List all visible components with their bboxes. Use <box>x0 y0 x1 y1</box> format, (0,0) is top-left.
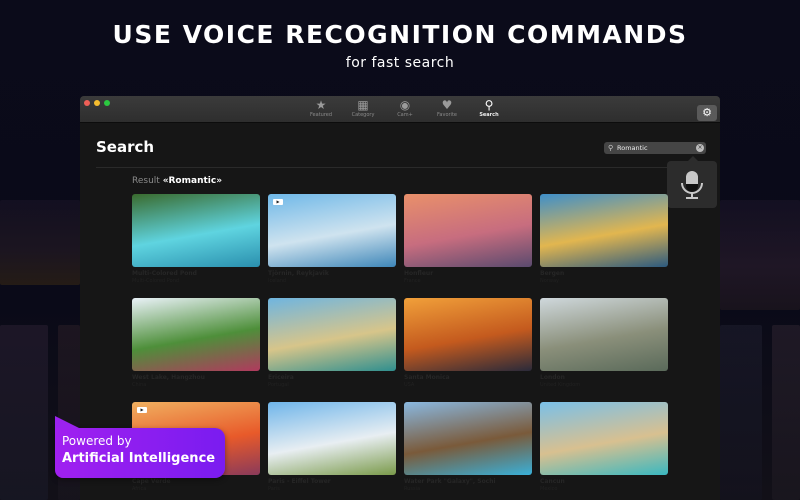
result-subtitle: Portugal <box>268 382 289 388</box>
result-label: Result «Romantic» <box>132 176 223 186</box>
divider <box>96 167 702 168</box>
result-card[interactable]: Water Park "Galaxy", Sochi Russia <box>404 402 532 500</box>
result-card[interactable]: Bergen Norway <box>540 194 668 298</box>
heart-icon: ♥ <box>441 98 453 112</box>
result-title: Paris - Eiffel Tower <box>268 478 331 485</box>
result-thumbnail[interactable] <box>404 298 532 371</box>
grid-icon: ▦ <box>357 98 369 112</box>
result-title: Tjörnin, Reykjavik <box>268 270 329 277</box>
tab-label: Category <box>351 112 375 118</box>
result-subtitle: United Kingdom <box>540 382 581 388</box>
result-thumbnail[interactable] <box>540 194 668 267</box>
clear-search-button[interactable]: × <box>696 144 704 152</box>
result-card[interactable]: Multi-Colored Pond Multi-Colored Pond <box>132 194 260 298</box>
star-icon: ★ <box>315 98 327 112</box>
result-subtitle: Africa <box>132 486 147 492</box>
result-title: Honfleur <box>404 270 434 277</box>
result-subtitle: France <box>404 278 421 284</box>
result-subtitle: Paris <box>268 486 280 492</box>
result-subtitle: Multi-Colored Pond <box>132 278 180 284</box>
result-title: Multi-Colored Pond <box>132 270 197 277</box>
result-subtitle: China <box>132 382 147 388</box>
result-card[interactable]: Paris - Eiffel Tower Paris <box>268 402 396 500</box>
result-card[interactable]: West Lake, Hangzhou China <box>132 298 260 402</box>
tab-bar: ★ Featured ▦ Category ◉ Cam+ ♥ Favorite ⚲ Se… <box>300 98 510 118</box>
tab-label: Featured <box>309 112 333 118</box>
zoom-window-button[interactable] <box>104 100 110 106</box>
result-subtitle: Norway <box>540 278 559 284</box>
video-badge-icon: ▶ <box>273 199 283 205</box>
result-card[interactable]: London United Kingdom <box>540 298 668 402</box>
webcam-icon: ◉ <box>399 98 411 112</box>
result-subtitle: USA <box>404 382 415 388</box>
ai-badge: Powered by Artificial Intelligence <box>55 416 225 478</box>
result-card[interactable]: Ericeira Portugal <box>268 298 396 402</box>
microphone-icon <box>681 171 703 199</box>
gear-icon: ⚙ <box>702 106 712 119</box>
search-icon: ⚲ <box>484 98 494 112</box>
background-photo <box>772 325 800 500</box>
tab-favorite[interactable]: ♥ Favorite <box>426 98 468 118</box>
settings-button[interactable]: ⚙ <box>697 105 717 121</box>
page-title: Search <box>96 138 155 156</box>
tab-label: Favorite <box>437 112 457 118</box>
promo-headline: USE VOICE RECOGNITION COMMANDS <box>112 20 688 49</box>
toolbar: ★ Featured ▦ Category ◉ Cam+ ♥ Favorite ⚲ Se… <box>80 96 720 123</box>
result-thumbnail[interactable] <box>540 298 668 371</box>
result-title: West Lake, Hangzhou <box>132 374 205 381</box>
background-photo <box>0 200 80 285</box>
result-thumbnail[interactable] <box>268 402 396 475</box>
promo-stage: USE VOICE RECOGNITION COMMANDS for fast … <box>0 0 800 500</box>
result-thumbnail[interactable] <box>404 194 532 267</box>
result-thumbnail[interactable] <box>132 194 260 267</box>
result-subtitle: Mexico <box>540 486 558 492</box>
tab-label: Cam+ <box>397 112 413 118</box>
result-query: «Romantic» <box>162 176 223 186</box>
search-icon: ⚲ <box>608 144 614 152</box>
result-title: Cancun <box>540 478 565 485</box>
voice-input-popover[interactable] <box>667 156 717 208</box>
video-badge-icon: ▶ <box>137 407 147 413</box>
tab-label: Search <box>479 112 499 118</box>
result-card[interactable]: Cancun Mexico <box>540 402 668 500</box>
result-subtitle: Russia <box>404 486 421 492</box>
result-card[interactable]: Santa Monica USA <box>404 298 532 402</box>
close-window-button[interactable] <box>84 100 90 106</box>
result-thumbnail[interactable] <box>404 402 532 475</box>
tab-cam[interactable]: ◉ Cam+ <box>384 98 426 118</box>
result-title: Ericeira <box>268 374 294 381</box>
result-thumbnail[interactable]: ▶ <box>268 194 396 267</box>
minimize-window-button[interactable] <box>94 100 100 106</box>
result-title: Water Park "Galaxy", Sochi <box>404 478 496 485</box>
promo-subline: for fast search <box>345 55 455 71</box>
result-title: Santa Monica <box>404 374 450 381</box>
result-thumbnail[interactable] <box>132 298 260 371</box>
result-title: London <box>540 374 565 381</box>
result-card[interactable]: Honfleur France <box>404 194 532 298</box>
background-photo <box>720 325 762 500</box>
tab-category[interactable]: ▦ Category <box>342 98 384 118</box>
result-title: Cape Verde <box>132 478 171 485</box>
tab-search[interactable]: ⚲ Search <box>468 98 510 118</box>
search-input[interactable]: ⚲ Romantic × <box>604 142 706 154</box>
background-photo <box>720 200 800 310</box>
result-subtitle: Iceland <box>268 278 287 284</box>
background-photo <box>0 325 48 500</box>
search-input-value: Romantic <box>617 144 648 152</box>
result-thumbnail[interactable] <box>268 298 396 371</box>
result-thumbnail[interactable] <box>540 402 668 475</box>
result-title: Bergen <box>540 270 565 277</box>
result-card[interactable]: ▶ Tjörnin, Reykjavik Iceland <box>268 194 396 298</box>
tab-featured[interactable]: ★ Featured <box>300 98 342 118</box>
